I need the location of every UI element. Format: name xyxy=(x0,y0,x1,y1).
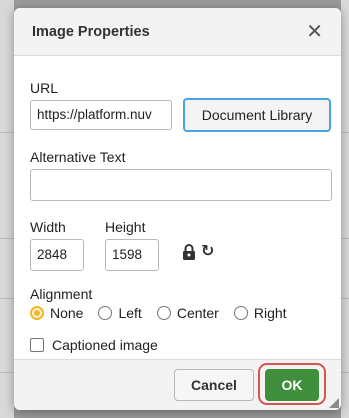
dialog-footer: Cancel OK xyxy=(14,359,341,410)
ok-button[interactable]: OK xyxy=(265,369,319,401)
width-input[interactable]: 2848 xyxy=(30,239,84,271)
cancel-button[interactable]: Cancel xyxy=(174,369,254,401)
background-left xyxy=(0,0,14,418)
alt-text-input[interactable] xyxy=(30,169,332,201)
alignment-radio-group: None Left Center Right xyxy=(30,305,287,321)
alignment-option-left[interactable]: Left xyxy=(98,305,142,321)
dialog-title: Image Properties xyxy=(32,23,150,40)
alignment-option-label: Right xyxy=(253,305,287,321)
image-properties-dialog: Image Properties ✕ URL https://platform.… xyxy=(14,8,341,410)
alignment-option-label: Left xyxy=(118,305,142,321)
refresh-icon[interactable]: ↻ xyxy=(201,241,214,261)
captioned-image-label: Captioned image xyxy=(52,337,158,353)
background-right xyxy=(341,0,349,418)
resize-handle-icon[interactable] xyxy=(329,398,339,408)
alignment-option-right[interactable]: Right xyxy=(233,305,287,321)
document-library-button[interactable]: Document Library xyxy=(183,98,331,132)
radio-selected-icon[interactable] xyxy=(30,306,44,320)
captioned-image-option[interactable]: Captioned image xyxy=(30,337,158,353)
close-icon[interactable]: ✕ xyxy=(306,22,323,42)
alt-text-label: Alternative Text xyxy=(30,149,126,165)
captioned-image-checkbox[interactable] xyxy=(30,338,44,352)
dialog-titlebar: Image Properties ✕ xyxy=(14,8,341,56)
radio-icon[interactable] xyxy=(233,306,248,320)
height-label: Height xyxy=(105,219,146,235)
radio-icon[interactable] xyxy=(98,306,113,320)
alignment-option-center[interactable]: Center xyxy=(156,305,219,321)
radio-icon[interactable] xyxy=(156,306,171,320)
lock-icon[interactable] xyxy=(182,244,196,260)
alignment-option-none[interactable]: None xyxy=(30,305,83,321)
width-label: Width xyxy=(30,219,66,235)
height-input[interactable]: 1598 xyxy=(105,239,159,271)
url-label: URL xyxy=(30,80,59,96)
alignment-option-label: None xyxy=(50,305,84,321)
alignment-label: Alignment xyxy=(30,286,93,302)
url-input[interactable]: https://platform.nuv xyxy=(30,100,172,130)
alignment-option-label: Center xyxy=(176,305,219,321)
